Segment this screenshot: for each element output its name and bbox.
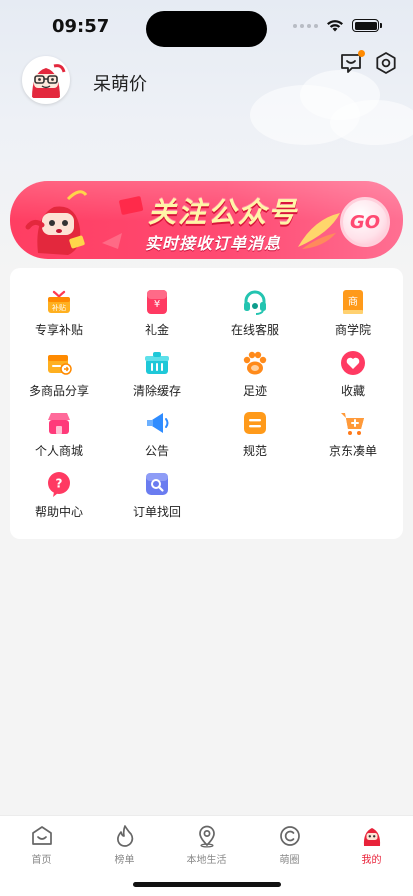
tab-mine[interactable]: 我的: [330, 824, 413, 866]
feature-label: 公告: [144, 444, 169, 458]
svg-text:补贴: 补贴: [52, 303, 66, 312]
home-indicator: [133, 882, 281, 887]
feature-subsidy[interactable]: 补贴 专享补贴: [10, 288, 108, 346]
battery-icon: [352, 19, 382, 32]
clear-cache-icon: [145, 352, 169, 374]
feature-label: 规范: [242, 444, 267, 458]
feature-label: 足迹: [242, 384, 267, 398]
flame-icon: [116, 825, 133, 847]
feather-decoration-icon: [298, 213, 340, 249]
feature-online-service[interactable]: 在线客服: [206, 288, 304, 346]
svg-text:¥: ¥: [154, 299, 160, 310]
rules-icon: [244, 412, 266, 434]
dynamic-island: [146, 11, 267, 47]
circle-icon: [279, 826, 300, 846]
feature-label: 京东凑单: [328, 444, 377, 458]
home-icon: [31, 826, 52, 845]
feature-favorite[interactable]: 收藏: [304, 349, 402, 407]
tab-local-life[interactable]: 本地生活: [165, 824, 248, 866]
feature-label: 多商品分享: [28, 384, 89, 398]
tab-label: 萌圈: [279, 855, 300, 866]
feature-label: 专享补贴: [34, 323, 83, 337]
tab-ranking[interactable]: 榜单: [83, 824, 166, 866]
tab-label: 本地生活: [186, 855, 227, 866]
footprint-icon: [243, 351, 267, 375]
announcement-icon: [147, 413, 169, 433]
multi-share-icon: [48, 355, 72, 375]
tab-circle[interactable]: 萌圈: [248, 824, 331, 866]
tab-label: 榜单: [114, 855, 135, 866]
location-icon: [198, 825, 215, 848]
feature-label: 在线客服: [230, 323, 279, 337]
help-icon: ?: [48, 472, 70, 497]
settings-icon[interactable]: [374, 51, 398, 75]
feature-multi-share[interactable]: 多商品分享: [10, 349, 108, 407]
favorite-icon: [341, 351, 365, 375]
jd-cart-icon: [341, 413, 364, 435]
order-search-icon: [146, 473, 168, 495]
feature-business-school[interactable]: 商 商学院: [304, 288, 402, 346]
go-button[interactable]: GO: [340, 197, 390, 247]
feature-rules[interactable]: 规范: [206, 409, 304, 467]
feature-gift-money[interactable]: ¥ 礼金: [108, 288, 206, 346]
status-time: 09:57: [52, 16, 110, 37]
tab-label: 首页: [31, 855, 52, 866]
svg-text:商: 商: [348, 295, 358, 308]
subsidy-icon: 补贴: [48, 290, 70, 313]
tab-home[interactable]: 首页: [0, 824, 83, 866]
feature-personal-mall[interactable]: 个人商城: [10, 409, 108, 467]
profile-icon: [363, 828, 380, 846]
feature-label: 收藏: [340, 384, 365, 398]
follow-official-account-banner[interactable]: 关注公众号 实时接收订单消息 GO: [10, 181, 403, 259]
banner-title: 关注公众号: [148, 196, 299, 229]
gift-money-icon: ¥: [147, 290, 167, 314]
signal-icon: [293, 23, 318, 28]
wifi-icon: [327, 20, 343, 32]
feature-label: 订单找回: [132, 505, 181, 519]
feature-label: 清除缓存: [132, 384, 181, 398]
feature-clear-cache[interactable]: 清除缓存: [108, 349, 206, 407]
cloud-decoration: [330, 100, 413, 145]
mascot-icon: [25, 190, 88, 255]
feature-label: 帮助中心: [34, 505, 83, 519]
username: 呆萌价: [93, 74, 147, 95]
tab-label: 我的: [361, 855, 382, 866]
avatar[interactable]: [22, 56, 70, 104]
headset-icon: [244, 290, 266, 315]
personal-mall-icon: [48, 413, 70, 434]
feature-label: 礼金: [144, 323, 169, 337]
banner-subtitle: 实时接收订单消息: [145, 234, 282, 253]
feature-footprint[interactable]: 足迹: [206, 349, 304, 407]
envelope-decoration-icon: [119, 196, 144, 215]
feature-order-retrieve[interactable]: 订单找回: [108, 470, 206, 528]
feature-label: 个人商城: [34, 444, 83, 458]
feature-jd-cart[interactable]: 京东凑单: [304, 409, 402, 467]
feature-label: 商学院: [334, 323, 371, 337]
status-icons: [293, 19, 382, 32]
feature-grid-card: 补贴 专享补贴 ¥ 礼金 在线客服 商 商学院 多商品分享 清除缓存 足迹 收藏…: [10, 268, 403, 539]
feature-announcement[interactable]: 公告: [108, 409, 206, 467]
feature-help-center[interactable]: ? 帮助中心: [10, 470, 108, 528]
business-school-icon: 商: [343, 290, 363, 314]
svg-text:?: ?: [56, 477, 63, 491]
envelope-decoration-icon: [102, 233, 122, 249]
message-badge: [358, 50, 365, 57]
mascot-avatar-icon: [24, 58, 68, 102]
